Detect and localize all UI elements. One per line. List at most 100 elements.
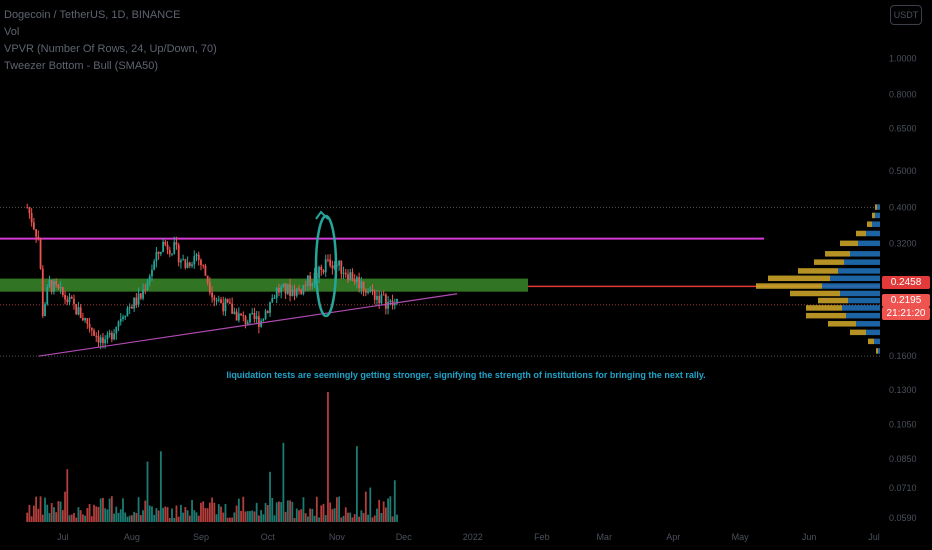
- volume-bar: [64, 491, 66, 522]
- candle-body: [266, 311, 269, 313]
- candle-body: [298, 288, 300, 290]
- candle-body: [220, 299, 222, 303]
- candle-body: [213, 297, 216, 301]
- volume-bar: [204, 508, 207, 522]
- candle-body: [226, 299, 229, 303]
- vpvr-up-bar: [866, 230, 880, 237]
- vpvr-up-bar: [866, 329, 880, 336]
- volume-bar: [66, 469, 69, 522]
- y-tick-label: 0.1600: [889, 351, 917, 361]
- candle-body: [164, 241, 167, 245]
- candle-body: [159, 252, 162, 254]
- currency-button[interactable]: USDT: [890, 5, 922, 25]
- candle-body: [215, 300, 218, 302]
- candle-body: [293, 289, 296, 296]
- volume-bar: [142, 510, 144, 522]
- vpvr-down-bar: [872, 212, 875, 219]
- volume-bar: [168, 517, 171, 522]
- volume-bar: [68, 515, 71, 522]
- volume-bar: [324, 515, 327, 522]
- candle-body: [168, 249, 171, 255]
- volume-bar: [356, 446, 358, 522]
- vpvr-up-bar: [858, 240, 880, 247]
- volume-bar: [335, 497, 338, 522]
- x-tick-label: Mar: [596, 532, 612, 542]
- volume-bar: [231, 517, 234, 522]
- candle-body: [309, 275, 312, 287]
- indicator-vpvr[interactable]: VPVR (Number Of Rows, 24, Up/Down, 70): [4, 43, 217, 55]
- x-tick-label: Feb: [534, 532, 550, 542]
- candle-body: [240, 313, 242, 316]
- candle-body: [208, 282, 211, 293]
- volume-bar: [251, 510, 254, 522]
- vpvr-up-bar: [844, 259, 880, 265]
- candle-body: [146, 282, 149, 291]
- volume-bar: [146, 461, 149, 522]
- volume-bar: [340, 517, 343, 522]
- volume-bar: [93, 504, 95, 522]
- candle-body: [86, 318, 89, 324]
- volume-bar: [391, 516, 394, 522]
- candle-body: [351, 272, 354, 281]
- volume-bar: [108, 498, 111, 522]
- volume-bar: [81, 514, 84, 522]
- candle-body: [291, 289, 294, 296]
- vpvr-up-bar: [875, 212, 880, 219]
- x-tick-label: Jun: [802, 532, 817, 542]
- volume-bar: [188, 515, 191, 522]
- volume-bar: [48, 513, 51, 522]
- y-tick-label: 0.0590: [889, 513, 917, 523]
- volume-bar: [41, 514, 44, 522]
- candle-body: [148, 276, 151, 283]
- vpvr-down-bar: [856, 230, 866, 237]
- volume-bar: [358, 516, 361, 522]
- candle-body: [282, 283, 285, 288]
- volume-bar: [153, 514, 156, 522]
- volume-bar: [217, 504, 220, 522]
- candle-body: [271, 298, 274, 303]
- volume-bar: [360, 510, 363, 522]
- candle-body: [90, 327, 93, 331]
- volume-bar: [99, 498, 102, 522]
- vpvr-down-bar: [867, 221, 872, 227]
- symbol-title[interactable]: Dogecoin / TetherUS, 1D, BINANCE: [4, 9, 180, 21]
- candle-body: [324, 259, 327, 273]
- indicator-tweezer[interactable]: Tweezer Bottom - Bull (SMA50): [4, 60, 158, 72]
- candle-body: [110, 332, 113, 340]
- volume-bar: [95, 506, 98, 522]
- y-tick-label: 0.5000: [889, 166, 917, 176]
- y-tick-label: 0.1300: [889, 385, 917, 395]
- candle-body: [237, 313, 240, 321]
- candle-body: [202, 265, 205, 267]
- candle-body: [289, 284, 291, 296]
- volume-bar: [110, 496, 113, 522]
- candle-body: [224, 299, 227, 312]
- volume-bar: [318, 517, 320, 522]
- indicator-volume[interactable]: Vol: [4, 26, 19, 38]
- candle-body: [278, 288, 280, 293]
- volume-bar: [128, 515, 131, 522]
- volume-bar: [331, 509, 334, 522]
- chart-plot[interactable]: 1.0000 0.8000 0.6500 0.5000 0.4000 0.3200 0.16…: [0, 0, 932, 550]
- volume-bar: [229, 517, 231, 522]
- vpvr-up-bar: [877, 204, 880, 210]
- candle-body: [166, 244, 169, 250]
- support-zone: [0, 278, 528, 292]
- y-tick-label: 0.0710: [889, 483, 917, 493]
- volume-bar: [28, 505, 31, 522]
- x-tick-label: Jul: [868, 532, 880, 542]
- volume-bar: [353, 514, 356, 522]
- chart-container[interactable]: { "header": { "symbol": "Dogecoin / Teth…: [0, 0, 932, 550]
- volume-bar: [137, 497, 140, 522]
- volume-bar: [79, 510, 82, 522]
- volume-bar: [226, 517, 229, 522]
- candle-body: [233, 311, 236, 314]
- volume-bar: [113, 513, 115, 522]
- volume-bar: [246, 511, 249, 522]
- volume-bar: [171, 508, 173, 522]
- volume-bar: [302, 497, 305, 522]
- candle-body: [195, 254, 198, 257]
- volume-bar: [86, 508, 89, 522]
- vpvr-down-bar: [806, 305, 842, 311]
- volume-bar: [186, 510, 189, 522]
